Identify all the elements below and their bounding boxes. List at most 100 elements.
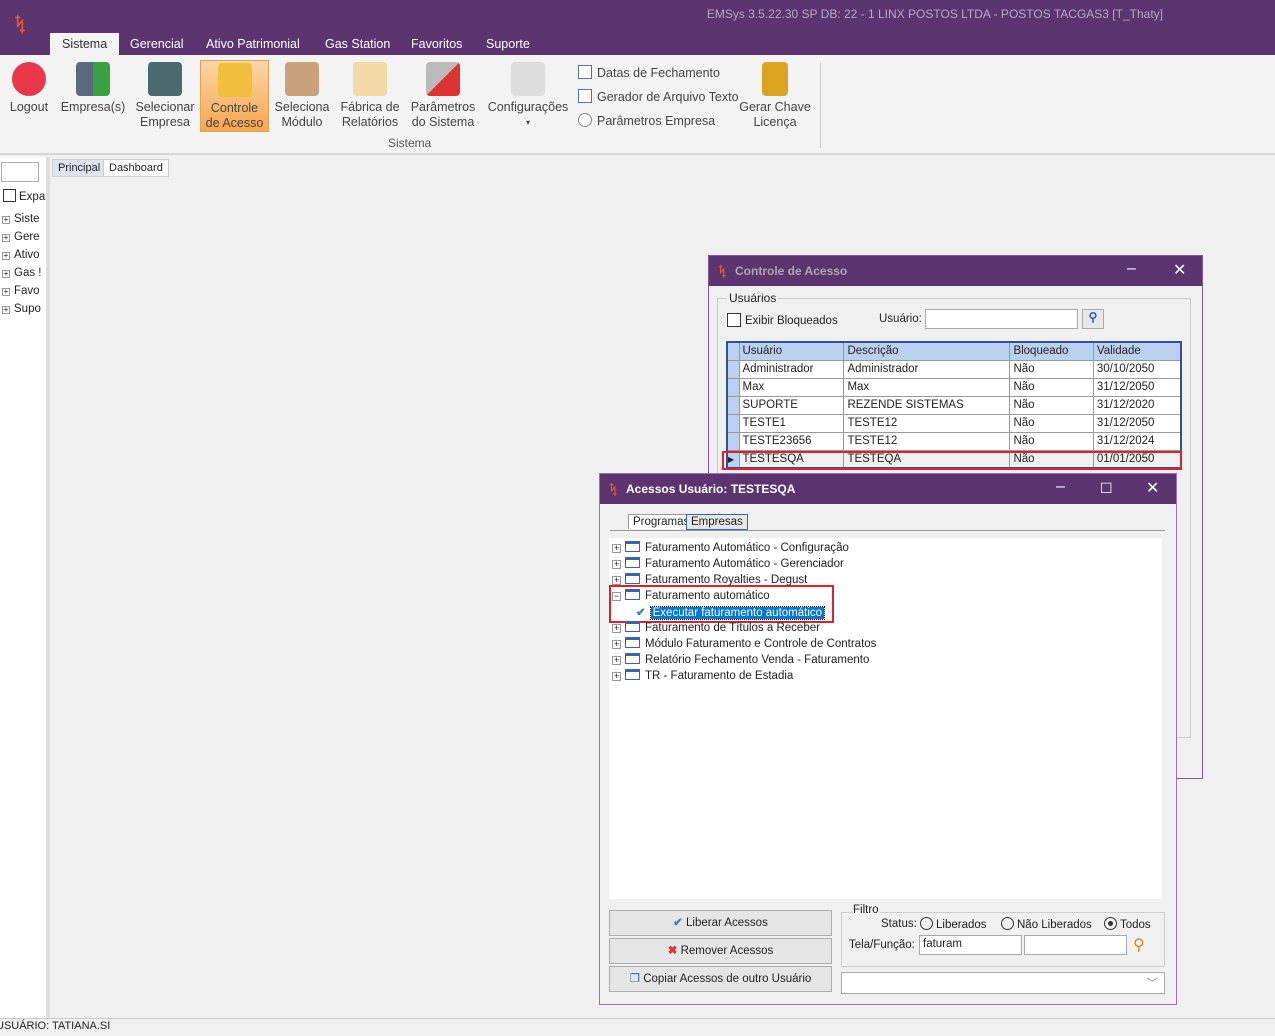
label: Licença xyxy=(753,115,797,129)
tree-program-item[interactable]: + Faturamento de Títulos a Receber xyxy=(612,621,820,637)
tree-program-item[interactable]: + Faturamento Royalties - Degust xyxy=(612,573,807,589)
tree-program-item[interactable]: + Relatório Fechamento Venda - Faturament… xyxy=(612,653,869,669)
collapse-icon[interactable]: − xyxy=(612,592,621,601)
tree-program-item[interactable]: + TR - Faturamento de Estadia xyxy=(612,669,793,685)
table-cell: Administrador xyxy=(738,359,845,379)
radio-todos[interactable]: Todos xyxy=(1104,917,1151,931)
tools-icon xyxy=(426,62,460,96)
expand-icon[interactable]: + xyxy=(612,672,621,681)
magnifier-icon[interactable]: ⚲ xyxy=(1133,935,1145,955)
table-row[interactable]: SUPORTE REZENDE SISTEMAS Não 31/12/2020 xyxy=(726,395,1182,415)
fabrica-de-relatorios-button[interactable]: Fábrica de Relatórios xyxy=(338,60,402,132)
red-x-icon: ✖ xyxy=(667,945,681,957)
radio-nao-liberados[interactable]: Não Liberados xyxy=(1001,917,1092,931)
tab-gas-station[interactable]: Gas Station xyxy=(313,33,402,55)
close-button[interactable]: ✕ xyxy=(1146,478,1159,498)
sidebar-splitter[interactable] xyxy=(46,157,50,1018)
tab-sistema[interactable]: Sistema xyxy=(50,33,120,55)
label: Empresa(s) xyxy=(60,100,126,114)
label: do Sistema xyxy=(411,115,475,129)
close-button[interactable]: ✕ xyxy=(1173,260,1186,280)
sidebar-item-favoritos[interactable]: + Favo xyxy=(2,285,40,297)
expand-icon[interactable]: + xyxy=(612,560,621,569)
tab-principal[interactable]: Principal xyxy=(52,159,107,177)
acessos-usuario-window: ᛪ Acessos Usuário: TESTESQA – ☐ ✕ Programas… xyxy=(599,473,1177,1005)
building-check-icon xyxy=(76,62,110,96)
tab-gerencial[interactable]: Gerencial xyxy=(118,33,196,55)
window-icon xyxy=(625,557,640,568)
logout-button[interactable]: Logout xyxy=(5,60,53,132)
check-icon: ✔ xyxy=(636,607,646,619)
table-row[interactable]: Max Max Não 31/12/2050 xyxy=(726,377,1182,397)
expand-icon[interactable]: + xyxy=(612,624,621,633)
tela-funcao-input-2[interactable] xyxy=(1024,935,1127,955)
empresas-button[interactable]: Empresa(s) xyxy=(60,60,126,132)
table-row[interactable]: TESTE23656 TESTE12 Não 31/12/2024 xyxy=(726,431,1182,451)
label: Fábrica de xyxy=(340,100,400,114)
window-icon xyxy=(625,637,640,648)
row-indicator xyxy=(726,431,740,451)
copiar-acessos-button[interactable]: ❐ Copiar Acessos de outro Usuário xyxy=(609,966,832,992)
minimize-button[interactable]: – xyxy=(1127,260,1136,278)
tree-function-item[interactable]: ✔ Executar faturamento automático xyxy=(636,605,826,621)
label: Selecionar xyxy=(135,100,195,114)
sidebar-item-gerencial[interactable]: + Gere xyxy=(2,231,40,243)
selecionar-empresa-button[interactable]: Selecionar Empresa xyxy=(134,60,196,132)
text-file-icon xyxy=(578,89,592,103)
sidebar-search-input[interactable] xyxy=(1,162,39,182)
expand-checkbox[interactable]: Expa xyxy=(3,189,45,203)
expand-icon[interactable]: + xyxy=(612,656,621,665)
tab-favoritos[interactable]: Favoritos xyxy=(399,33,474,55)
maximize-button[interactable]: ☐ xyxy=(1100,480,1113,497)
window-icon xyxy=(625,589,640,600)
liberar-acessos-button[interactable]: ✔ Liberar Acessos xyxy=(609,910,832,936)
tree-program-item[interactable]: − Faturamento automático xyxy=(612,589,770,605)
search-button[interactable]: ⚲ xyxy=(1082,309,1104,329)
tree-program-item[interactable]: + Faturamento Automático - Gerenciador xyxy=(612,557,844,573)
gerar-chave-licenca-button[interactable]: Gerar Chave Licença xyxy=(738,60,812,132)
usuario-search-input[interactable] xyxy=(925,309,1078,329)
tab-empresas[interactable]: Empresas xyxy=(686,514,748,530)
tree-program-item[interactable]: + Faturamento Automático - Configuração xyxy=(612,541,849,557)
label: Gerar Chave xyxy=(739,100,811,114)
radio-liberados[interactable]: Liberados xyxy=(920,917,987,931)
expand-icon[interactable]: + xyxy=(612,640,621,649)
sidebar-item-ativo[interactable]: + Ativo xyxy=(2,249,40,261)
tab-ativo-patrimonial[interactable]: Ativo Patrimonial xyxy=(194,33,312,55)
tab-suporte[interactable]: Suporte xyxy=(474,33,542,55)
tab-dashboard[interactable]: Dashboard xyxy=(103,159,169,177)
table-cell: Não xyxy=(1009,431,1094,451)
table-cell: REZENDE SISTEMAS xyxy=(843,395,1011,415)
app-logo: ᛪ xyxy=(718,263,727,279)
expand-icon[interactable]: + xyxy=(612,544,621,553)
exibir-bloqueados-checkbox[interactable]: Exibir Bloqueados xyxy=(727,313,838,327)
table-cell: TESTE12 xyxy=(843,431,1011,451)
sidebar-item-gas[interactable]: + Gas ! xyxy=(2,267,41,279)
configuracoes-button[interactable]: Configurações ▾ xyxy=(486,60,570,132)
controle-de-acesso-button[interactable]: Controle de Acesso xyxy=(200,60,269,132)
remover-acessos-button[interactable]: ✖ Remover Acessos xyxy=(609,938,832,964)
highlight-box xyxy=(722,451,1182,470)
table-row[interactable]: TESTE1 TESTE12 Não 31/12/2050 xyxy=(726,413,1182,433)
tela-funcao-input[interactable]: faturam xyxy=(919,935,1022,955)
divider xyxy=(820,63,821,148)
table-row[interactable]: Administrador Administrador Não 30/10/2050 xyxy=(726,359,1182,379)
minimize-button[interactable]: – xyxy=(1056,478,1065,496)
parametros-do-sistema-button[interactable]: Parâmetros do Sistema xyxy=(408,60,478,132)
parametros-empresa-button[interactable]: Parâmetros Empresa xyxy=(578,113,715,128)
seleciona-modulo-button[interactable]: Seleciona Módulo xyxy=(272,60,332,132)
gears-icon xyxy=(578,113,592,127)
calendar-icon xyxy=(578,65,592,79)
window-title: Controle de Acesso xyxy=(735,264,848,278)
gerador-arquivo-texto-button[interactable]: Gerador de Arquivo Texto xyxy=(578,89,739,104)
tab-programas[interactable]: Programas xyxy=(628,514,695,529)
combo-box[interactable]: ﹀ xyxy=(841,972,1165,994)
label: Gerador de Arquivo Texto xyxy=(597,90,739,104)
sidebar-item-suporte[interactable]: + Supo xyxy=(2,303,41,315)
table-cell: 31/12/2050 xyxy=(1092,377,1182,397)
sidebar-item-sistema[interactable]: + Siste xyxy=(2,213,40,225)
table-cell: 31/12/2024 xyxy=(1092,431,1182,451)
datas-de-fechamento-button[interactable]: Datas de Fechamento xyxy=(578,65,720,80)
expand-icon[interactable]: + xyxy=(612,576,621,585)
tree-program-item[interactable]: + Módulo Faturamento e Controle de Contra… xyxy=(612,637,876,653)
